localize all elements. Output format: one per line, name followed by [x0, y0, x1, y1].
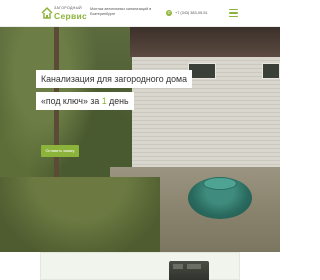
hamburger-menu-icon[interactable] [229, 9, 238, 17]
hero-title-suffix: день [106, 96, 129, 106]
hero-title-line-1: Канализация для загородного дома [36, 70, 192, 88]
phone-icon: ✆ [166, 10, 172, 16]
hero-background-window [262, 63, 280, 79]
phone-contact[interactable]: ✆ +7 (343) 383-09-51 [166, 10, 208, 16]
logo-subtitle: Загородный [54, 6, 82, 10]
hero-title: Канализация для загородного дома «под кл… [36, 69, 206, 113]
content-section [0, 252, 280, 280]
hero-title-prefix: «под ключ» за [41, 96, 102, 106]
hero-section: Канализация для загородного дома «под кл… [0, 27, 280, 252]
header-tagline: Монтаж автономных канализаций в Екатерин… [90, 7, 152, 16]
logo-title: Сервис [54, 11, 88, 21]
hero-background-roof [130, 27, 280, 57]
septic-tank-lid [203, 177, 237, 190]
phone-number[interactable]: +7 (343) 383-09-51 [175, 11, 208, 15]
hero-title-line-2: «под ключ» за 1 день [36, 92, 134, 110]
house-logo-icon [41, 6, 53, 19]
logo[interactable]: Загородный Сервис [41, 5, 91, 23]
site-header: Загородный Сервис Монтаж автономных кана… [0, 0, 280, 27]
product-card [40, 252, 240, 280]
request-button[interactable]: Оставить заявку [41, 145, 79, 157]
hero-background-grass [0, 177, 160, 252]
product-image [169, 261, 209, 280]
